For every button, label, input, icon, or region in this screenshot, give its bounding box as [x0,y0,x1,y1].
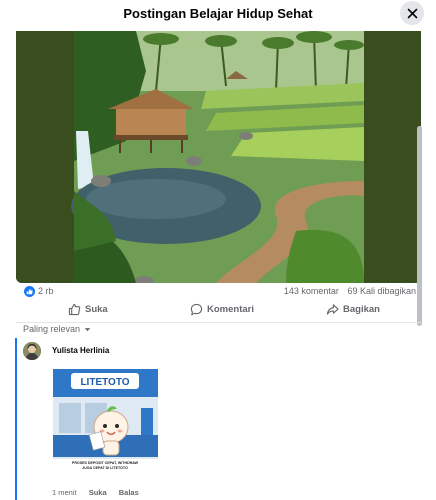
comment-sticker-image[interactable]: LITETOTO PROSES DEPOSIT CEPAT, WITHDRAW … [45,363,166,483]
landscape-illustration [16,31,421,283]
close-icon [407,8,417,18]
comment-sort-dropdown[interactable]: Paling relevan [23,324,92,334]
dialog-title: Postingan Belajar Hidup Sehat [123,6,313,21]
thumbs-up-icon [68,303,81,315]
comment-icon [190,303,203,316]
share-icon [326,303,339,315]
comment-count[interactable]: 143 komentar [284,286,339,296]
avatar[interactable] [23,342,41,360]
share-label: Bagikan [343,303,380,315]
comment-label: Komentari [207,303,254,315]
comment-author[interactable]: Yulista Herlinia [52,346,109,355]
comment-button[interactable]: Komentari [190,300,254,318]
sort-label: Paling relevan [23,324,81,334]
like-button[interactable]: Suka [68,300,108,318]
sticker-caption-2: JUGA CEPAT DI LITETOTO [82,466,128,470]
comment-like-button[interactable]: Suka [89,488,107,497]
share-button[interactable]: Bagikan [326,300,380,318]
comment-meta: 1 menit Suka Balas [52,488,149,497]
like-label: Suka [85,303,108,315]
sticker-brand: LITETOTO [80,377,129,388]
share-count[interactable]: 69 Kali dibagikan [347,286,416,296]
comment-reply-button[interactable]: Balas [119,488,139,497]
chevron-down-icon [84,327,91,331]
dialog-header: Postingan Belajar Hidup Sehat [0,0,436,30]
engagement-counts: 143 komentar 69 Kali dibagikan [278,286,416,296]
like-count[interactable]: 2 rb [38,286,54,296]
comment-timestamp[interactable]: 1 menit [52,488,77,497]
close-button[interactable] [400,1,424,25]
post-actions: Suka Komentari Bagikan [16,296,421,323]
comment-thread-line [15,338,17,500]
post-photo[interactable] [16,31,421,283]
sticker-caption-1: PROSES DEPOSIT CEPAT, WITHDRAW [72,461,139,465]
